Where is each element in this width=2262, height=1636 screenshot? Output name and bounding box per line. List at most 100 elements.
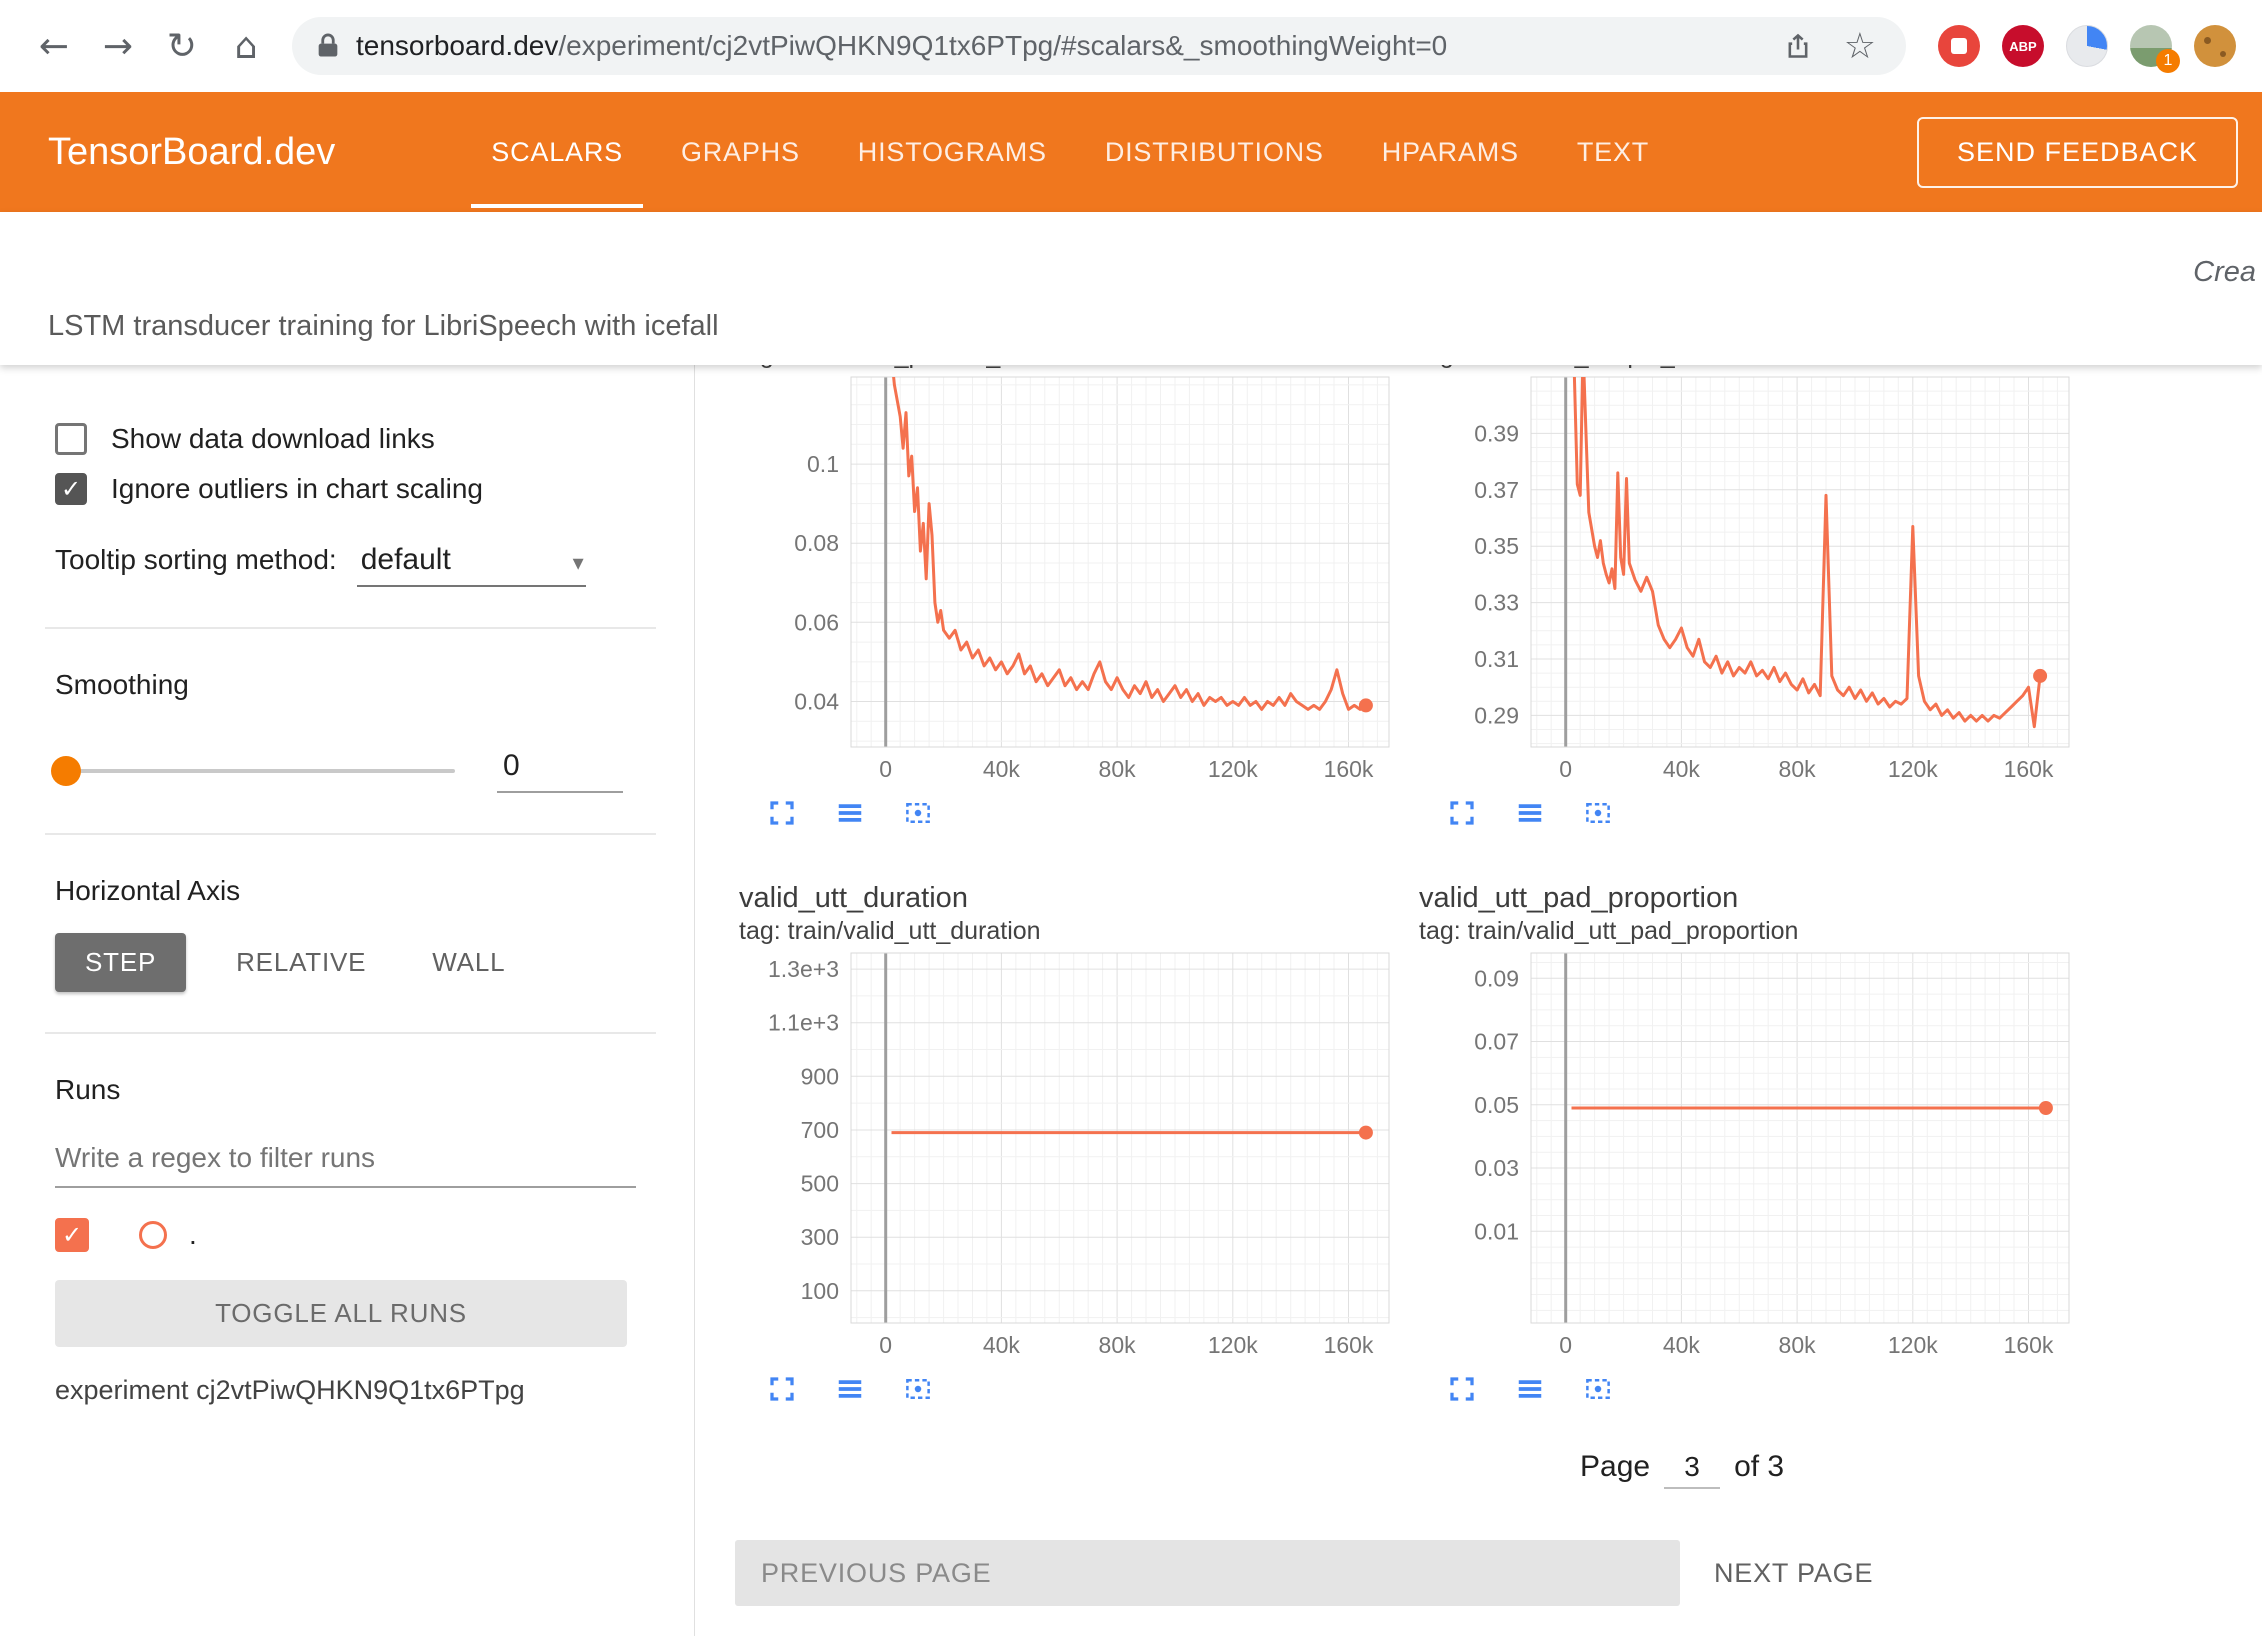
settings-sidebar: Show data download links ✓ Ignore outlie… bbox=[0, 365, 695, 1636]
svg-text:120k: 120k bbox=[1888, 1332, 1938, 1358]
svg-text:0.08: 0.08 bbox=[794, 530, 839, 556]
cookie-icon[interactable] bbox=[2194, 25, 2236, 67]
clipped-created-text: Crea bbox=[2193, 256, 2256, 289]
line-chart: 040k80k120k160k1003005007009001.1e+31.3e… bbox=[739, 947, 1399, 1359]
page-label: Page bbox=[1580, 1450, 1650, 1484]
tab-histograms[interactable]: HISTOGRAMS bbox=[852, 92, 1053, 212]
previous-page-button[interactable]: PREVIOUS PAGE bbox=[735, 1540, 1680, 1606]
run-color-swatch bbox=[139, 1221, 167, 1249]
run-table-button[interactable] bbox=[1509, 793, 1551, 835]
run-name: . bbox=[189, 1219, 197, 1251]
experiment-id: experiment cj2vtPiwQHKN9Q1tx6PTpg bbox=[55, 1375, 636, 1406]
fit-domain-button[interactable] bbox=[897, 793, 939, 835]
svg-text:160k: 160k bbox=[2004, 756, 2054, 782]
pie-extension-icon[interactable] bbox=[2066, 25, 2108, 67]
tab-scalars[interactable]: SCALARS bbox=[485, 92, 629, 212]
svg-text:0.31: 0.31 bbox=[1474, 646, 1519, 672]
url-text: tensorboard.dev/experiment/cj2vtPiwQHKN9… bbox=[356, 30, 1760, 62]
smoothing-label: Smoothing bbox=[55, 669, 636, 701]
svg-text:0.37: 0.37 bbox=[1474, 477, 1519, 503]
smoothing-slider[interactable] bbox=[55, 769, 455, 773]
bookmark-star-icon[interactable]: ☆ bbox=[1838, 25, 1882, 68]
svg-text:40k: 40k bbox=[983, 1332, 1021, 1358]
chart-title: valid_utt_duration bbox=[739, 881, 1399, 915]
svg-text:1.3e+3: 1.3e+3 bbox=[768, 956, 839, 982]
toggle-all-runs-button[interactable]: TOGGLE ALL RUNS bbox=[55, 1280, 627, 1347]
tooltip-sorting-label: Tooltip sorting method: bbox=[55, 544, 337, 576]
run-row: ✓ . bbox=[55, 1218, 636, 1252]
back-icon[interactable]: ← bbox=[26, 18, 82, 74]
smoothing-slider-handle[interactable] bbox=[51, 756, 81, 786]
expand-chart-icon bbox=[767, 1392, 797, 1407]
svg-text:120k: 120k bbox=[1208, 1332, 1258, 1358]
experiment-subheader: Crea LSTM transducer training for LibriS… bbox=[0, 212, 2262, 365]
experiment-description: LSTM transducer training for LibriSpeech… bbox=[48, 310, 719, 343]
abp-extension-icon[interactable]: ABP bbox=[2002, 25, 2044, 67]
tab-text[interactable]: TEXT bbox=[1571, 92, 1655, 212]
svg-text:0.1: 0.1 bbox=[807, 451, 839, 477]
chart-tag: tag: train/valid_utt_duration bbox=[739, 915, 1399, 947]
expand-chart-button[interactable] bbox=[761, 1369, 803, 1411]
page-number-input[interactable] bbox=[1664, 1450, 1720, 1489]
extensions-area: ABP 1 bbox=[1938, 25, 2236, 67]
chart-actions bbox=[761, 793, 1399, 835]
expand-chart-icon bbox=[1447, 1392, 1477, 1407]
lock-icon bbox=[316, 32, 340, 60]
svg-text:80k: 80k bbox=[1779, 756, 1817, 782]
chart-tag: tag: train/valid_utt_pad_proportion bbox=[1419, 915, 2079, 947]
expand-chart-button[interactable] bbox=[1441, 1369, 1483, 1411]
url-bar[interactable]: tensorboard.dev/experiment/cj2vtPiwQHKN9… bbox=[292, 17, 1906, 75]
forward-icon[interactable]: → bbox=[90, 18, 146, 74]
next-page-button[interactable]: NEXT PAGE bbox=[1690, 1540, 1897, 1606]
axis-relative-button[interactable]: RELATIVE bbox=[220, 933, 382, 992]
run-table-icon bbox=[1515, 1392, 1545, 1407]
ignore-outliers-checkbox[interactable]: ✓ bbox=[55, 473, 87, 505]
tab-distributions[interactable]: DISTRIBUTIONS bbox=[1099, 92, 1330, 212]
fit-domain-button[interactable] bbox=[1577, 793, 1619, 835]
svg-text:0: 0 bbox=[1559, 756, 1572, 782]
svg-text:160k: 160k bbox=[2004, 1332, 2054, 1358]
show-download-links-checkbox[interactable] bbox=[55, 423, 87, 455]
chart-actions bbox=[761, 1369, 1399, 1411]
svg-text:0.29: 0.29 bbox=[1474, 702, 1519, 728]
fit-domain-button[interactable] bbox=[897, 1369, 939, 1411]
reload-icon[interactable]: ↻ bbox=[154, 18, 210, 74]
divider bbox=[45, 833, 656, 835]
smoothing-value-input[interactable]: 0 bbox=[497, 749, 623, 793]
share-icon[interactable] bbox=[1776, 24, 1820, 68]
axis-step-button[interactable]: STEP bbox=[55, 933, 186, 992]
page-of-label: of 3 bbox=[1734, 1450, 1784, 1484]
expand-chart-button[interactable] bbox=[761, 793, 803, 835]
svg-text:0.09: 0.09 bbox=[1474, 965, 1519, 991]
svg-text:0: 0 bbox=[879, 1332, 892, 1358]
profile-avatar[interactable]: 1 bbox=[2130, 25, 2172, 67]
svg-text:700: 700 bbox=[801, 1117, 839, 1143]
tab-graphs[interactable]: GRAPHS bbox=[675, 92, 806, 212]
main-nav: SCALARS GRAPHS HISTOGRAMS DISTRIBUTIONS … bbox=[485, 92, 1701, 212]
tooltip-sorting-select[interactable]: default ▾ bbox=[357, 543, 586, 587]
chart-title: valid_utt_pad_proportion bbox=[1419, 881, 2079, 915]
run-checkbox[interactable]: ✓ bbox=[55, 1218, 89, 1252]
svg-text:0.35: 0.35 bbox=[1474, 533, 1519, 559]
chevron-down-icon: ▾ bbox=[573, 551, 584, 576]
app-logo[interactable]: TensorBoard.dev bbox=[48, 131, 335, 174]
blocker-extension-icon[interactable] bbox=[1938, 25, 1980, 67]
run-table-icon bbox=[835, 816, 865, 831]
run-table-button[interactable] bbox=[1509, 1369, 1551, 1411]
svg-text:0.03: 0.03 bbox=[1474, 1155, 1519, 1181]
runs-filter-input[interactable] bbox=[55, 1136, 636, 1188]
expand-chart-button[interactable] bbox=[1441, 793, 1483, 835]
run-table-button[interactable] bbox=[829, 1369, 871, 1411]
svg-text:0: 0 bbox=[879, 756, 892, 782]
home-icon[interactable]: ⌂ bbox=[218, 18, 274, 74]
axis-wall-button[interactable]: WALL bbox=[416, 933, 521, 992]
send-feedback-button[interactable]: SEND FEEDBACK bbox=[1917, 117, 2238, 188]
run-table-button[interactable] bbox=[829, 793, 871, 835]
svg-text:0.06: 0.06 bbox=[794, 609, 839, 635]
fit-domain-button[interactable] bbox=[1577, 1369, 1619, 1411]
svg-text:80k: 80k bbox=[1779, 1332, 1817, 1358]
tab-hparams[interactable]: HPARAMS bbox=[1376, 92, 1525, 212]
expand-chart-icon bbox=[767, 816, 797, 831]
svg-text:40k: 40k bbox=[1663, 1332, 1701, 1358]
svg-text:0.39: 0.39 bbox=[1474, 420, 1519, 446]
